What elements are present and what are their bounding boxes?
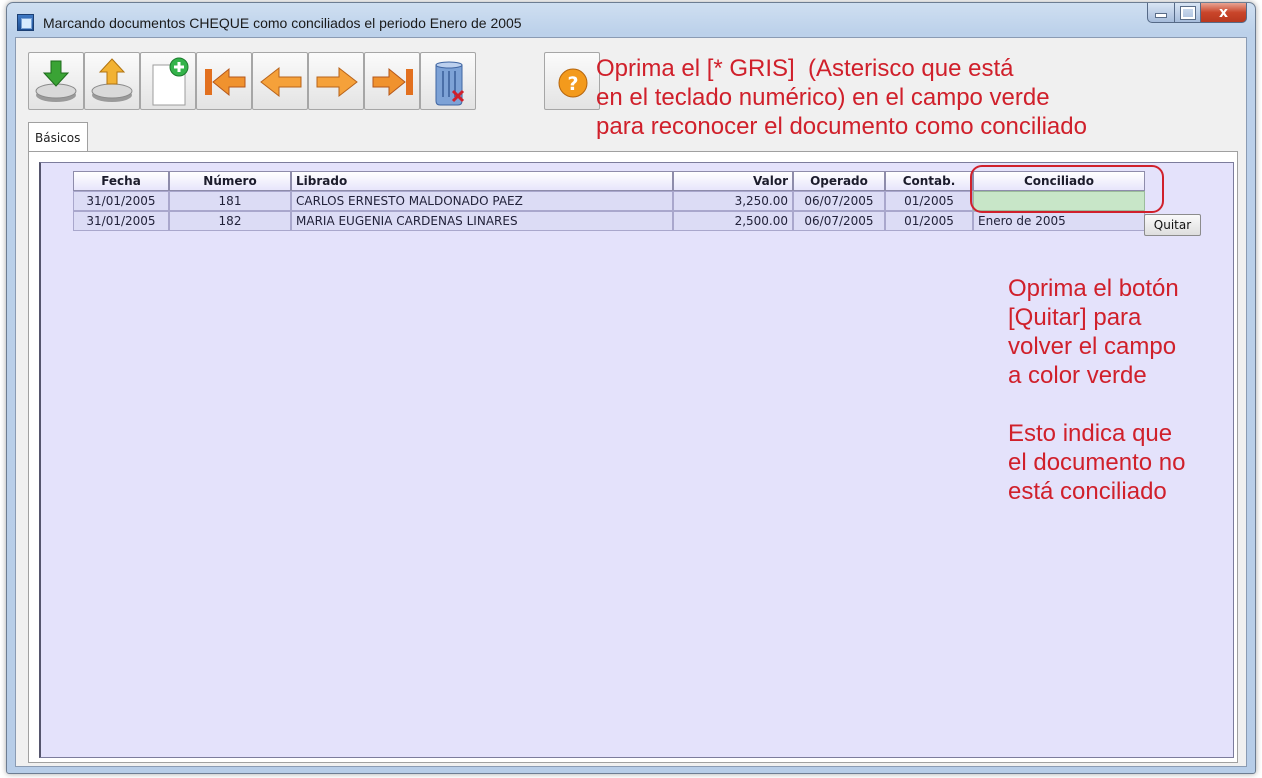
- new-button[interactable]: [140, 52, 196, 110]
- app-icon[interactable]: [17, 14, 34, 31]
- cell-valor[interactable]: 2,500.00: [673, 211, 793, 231]
- cell-conciliado[interactable]: Enero de 2005: [973, 211, 1145, 231]
- new-document-icon: [152, 57, 189, 106]
- title-bar[interactable]: Marcando documentos CHEQUE como concilia…: [7, 3, 1255, 37]
- client-area: ? Oprima el [* GRIS] (Asterisco que está…: [15, 37, 1247, 767]
- previous-record-icon: [260, 66, 302, 98]
- export-up-icon: [91, 58, 133, 102]
- caption-buttons: x: [1147, 3, 1247, 23]
- delete-trash-icon: [435, 61, 465, 106]
- close-button[interactable]: x: [1201, 3, 1247, 23]
- first-button[interactable]: [196, 52, 252, 110]
- header-numero[interactable]: Número: [169, 171, 291, 191]
- last-record-icon: [372, 67, 413, 97]
- minimize-button[interactable]: [1147, 3, 1175, 23]
- import-down-icon: [35, 60, 77, 102]
- cell-valor[interactable]: 3,250.00: [673, 191, 793, 211]
- quitar-button[interactable]: Quitar: [1144, 214, 1201, 236]
- delete-button[interactable]: [420, 52, 476, 110]
- header-contab[interactable]: Contab.: [885, 171, 973, 191]
- help-button[interactable]: ?: [544, 52, 600, 110]
- help-question-icon: ?: [558, 68, 588, 98]
- export-button[interactable]: [84, 52, 140, 110]
- last-button[interactable]: [364, 52, 420, 110]
- previous-button[interactable]: [252, 52, 308, 110]
- first-record-icon: [205, 67, 246, 97]
- header-valor[interactable]: Valor: [673, 171, 793, 191]
- import-button[interactable]: [28, 52, 84, 110]
- next-button[interactable]: [308, 52, 364, 110]
- cell-numero[interactable]: 181: [169, 191, 291, 211]
- cell-fecha[interactable]: 31/01/2005: [73, 211, 169, 231]
- cell-numero[interactable]: 182: [169, 211, 291, 231]
- header-librado[interactable]: Librado: [291, 171, 673, 191]
- cell-fecha[interactable]: 31/01/2005: [73, 191, 169, 211]
- cell-contab[interactable]: 01/2005: [885, 211, 973, 231]
- cell-operado[interactable]: 06/07/2005: [793, 191, 885, 211]
- header-operado[interactable]: Operado: [793, 171, 885, 191]
- header-fecha[interactable]: Fecha: [73, 171, 169, 191]
- next-record-icon: [316, 66, 358, 98]
- cell-contab[interactable]: 01/2005: [885, 191, 973, 211]
- maximize-button[interactable]: [1175, 3, 1201, 23]
- svg-text:?: ?: [567, 73, 578, 95]
- cell-librado[interactable]: MARIA EUGENIA CARDENAS LINARES: [291, 211, 673, 231]
- cell-librado[interactable]: CARLOS ERNESTO MALDONADO PAEZ: [291, 191, 673, 211]
- tab-basicos[interactable]: Básicos: [28, 122, 88, 152]
- highlight-circle: [970, 165, 1164, 213]
- instruction-note-side: Oprima el botón [Quitar] para volver el …: [1008, 275, 1186, 505]
- instruction-note-top: Oprima el [* GRIS] (Asterisco que está e…: [596, 55, 1087, 140]
- main-window: Marcando documentos CHEQUE como concilia…: [6, 2, 1256, 774]
- cell-operado[interactable]: 06/07/2005: [793, 211, 885, 231]
- window-title: Marcando documentos CHEQUE como concilia…: [43, 15, 522, 31]
